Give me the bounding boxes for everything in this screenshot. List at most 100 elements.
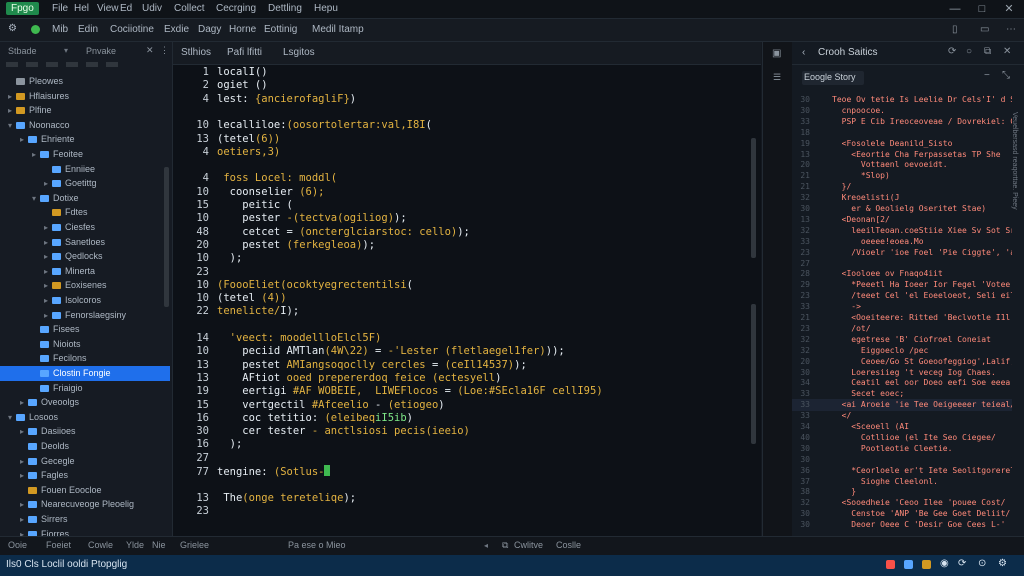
tree-item[interactable]: Pleowes: [0, 74, 170, 89]
code-line[interactable]: 16 coc tetitio: (eleibeqiI5ib): [173, 412, 413, 425]
collapse-icon[interactable]: ⤡: [1002, 70, 1010, 81]
panel-toggle-icon[interactable]: ▯: [952, 24, 958, 35]
tree-item[interactable]: Enniiee: [0, 162, 170, 177]
chevron-right-icon[interactable]: ▸: [44, 249, 52, 264]
chevron-right-icon[interactable]: ▸: [32, 147, 40, 162]
code-line[interactable]: 10 pester -(tectva(ogiliog));: [173, 212, 406, 225]
chevron-down-icon[interactable]: ▾: [32, 191, 40, 206]
refresh-icon[interactable]: ⟳: [948, 46, 956, 57]
code-line[interactable]: [173, 106, 217, 119]
panel-item[interactable]: Foeiet: [46, 540, 71, 550]
chevron-right-icon[interactable]: ▸: [44, 278, 52, 293]
settings-icon[interactable]: ⚙: [8, 23, 20, 35]
chevron-right-icon[interactable]: ▸: [20, 132, 28, 147]
toolbar-item[interactable]: Horne: [229, 24, 256, 35]
code-line[interactable]: 4 oetiers,3): [173, 146, 281, 159]
chevron-down-icon[interactable]: ▾: [64, 46, 68, 55]
tree-item[interactable]: Nioiots: [0, 337, 170, 352]
notification-icon[interactable]: ◉: [940, 558, 949, 569]
more-icon[interactable]: ⋯: [1006, 24, 1016, 35]
source-line[interactable]: 30 Deoer Oeee C 'Desir Goe Cees L-': [792, 519, 1012, 531]
back-icon[interactable]: ‹: [802, 47, 805, 58]
tree-item[interactable]: ▸ Ciesfes: [0, 220, 170, 235]
new-folder-icon[interactable]: [26, 62, 38, 67]
copy-icon[interactable]: ⧉: [502, 540, 508, 551]
menu-edit[interactable]: Ed: [120, 3, 132, 14]
editor-scrollbar[interactable]: [751, 138, 756, 258]
chevron-right-icon[interactable]: ▸: [44, 176, 52, 191]
tree-item[interactable]: ▸ Dasiioes: [0, 424, 170, 439]
info-icon[interactable]: [904, 560, 913, 569]
panel-item[interactable]: Cwlitve: [514, 540, 543, 550]
code-line[interactable]: 4 foss Locel: moddl(: [173, 172, 337, 185]
sort-icon[interactable]: [106, 62, 118, 67]
tree-item[interactable]: ▸ Fenorslaegsiny: [0, 308, 170, 323]
close-icon[interactable]: ✕: [146, 45, 154, 56]
editor-scrollbar[interactable]: [751, 304, 756, 444]
error-icon[interactable]: [886, 560, 895, 569]
code-line[interactable]: 48 cetcet = (oncterglciarstoc: cello));: [173, 226, 470, 239]
code-line[interactable]: 2 ogiet (): [173, 79, 268, 92]
code-line[interactable]: 23: [173, 266, 217, 279]
circle-icon[interactable]: ○: [966, 46, 972, 57]
filter-icon[interactable]: [86, 62, 98, 67]
tab-stlhios[interactable]: Stlhios: [181, 47, 211, 58]
tree-item[interactable]: Fisees: [0, 322, 170, 337]
menu-file[interactable]: File: [52, 3, 68, 14]
chevron-right-icon[interactable]: ▸: [44, 293, 52, 308]
code-line[interactable]: 13 The(onge tereteliqe);: [173, 492, 356, 505]
code-line[interactable]: 14 'veect: moodellloElcl5F): [173, 332, 381, 345]
bell-icon[interactable]: ⊙: [978, 558, 986, 569]
menu-cecrging[interactable]: Cecrging: [216, 3, 256, 14]
source-lines[interactable]: 30 Teoe Ov tetie Is Leelie Dr Cels'I' d S…: [792, 94, 1012, 534]
close-icon[interactable]: ✕: [1002, 2, 1016, 16]
code-line[interactable]: 10 peciid AMTlan(4W\22) = -'Lester (flet…: [173, 345, 564, 358]
tree-item[interactable]: ▸ Goetittg: [0, 176, 170, 191]
panel-item[interactable]: Cowle: [88, 540, 113, 550]
code-line[interactable]: 19 eertigi #AF WOBEIE, LIWEFlocos = (Loe…: [173, 385, 602, 398]
minimap-icon[interactable]: ▣: [772, 48, 781, 59]
run-status-icon[interactable]: [31, 25, 40, 34]
tree-item[interactable]: ▸ Isolcoros: [0, 293, 170, 308]
settings-icon[interactable]: ⚙: [998, 558, 1007, 569]
code-line[interactable]: 15 peitic (: [173, 199, 293, 212]
layout-icon[interactable]: ▭: [980, 24, 989, 35]
warning-icon[interactable]: [922, 560, 931, 569]
toolbar-item[interactable]: Medil Itamp: [312, 24, 364, 35]
toolbar-item[interactable]: Exdie: [164, 24, 189, 35]
code-line[interactable]: 30 cer tester - anctlsiosi pecis(ieeio): [173, 425, 470, 438]
toolbar-item[interactable]: Mib: [52, 24, 68, 35]
chevron-right-icon[interactable]: ▸: [44, 220, 52, 235]
menu-hepu[interactable]: Hepu: [314, 3, 338, 14]
code-line[interactable]: 23: [173, 505, 217, 518]
tree-item[interactable]: Fecilons: [0, 351, 170, 366]
code-line[interactable]: 10 (FoooEliet(ocoktyegrectentilsi(: [173, 279, 413, 292]
new-file-icon[interactable]: [6, 62, 18, 67]
tree-item[interactable]: ▾ Noonacco: [0, 118, 170, 133]
tree-item[interactable]: Clostin Fongie: [0, 366, 170, 381]
menu-help[interactable]: Hel: [74, 3, 89, 14]
toolbar-item[interactable]: Eottinig: [264, 24, 297, 35]
chevron-down-icon[interactable]: ▾: [8, 118, 16, 133]
copy-icon[interactable]: ⧉: [984, 46, 991, 57]
toolbar-item[interactable]: Edin: [78, 24, 98, 35]
tree-item[interactable]: Fouen Eoocloe: [0, 483, 170, 498]
more-icon[interactable]: ⋮: [160, 45, 169, 56]
app-badge[interactable]: Fpgo: [6, 2, 39, 15]
code-line[interactable]: [173, 478, 217, 491]
chevron-right-icon[interactable]: ▸: [20, 454, 28, 469]
panel-item[interactable]: Coslle: [556, 540, 581, 550]
outline-icon[interactable]: ☰: [773, 72, 781, 83]
code-line[interactable]: 10 lecalliloe:(oosortolertar:val,I8I(: [173, 119, 432, 132]
sync-icon[interactable]: ⟳: [958, 558, 966, 569]
minus-icon[interactable]: −: [984, 70, 990, 81]
chevron-right-icon[interactable]: ▸: [44, 264, 52, 279]
chevron-right-icon[interactable]: ▸: [8, 89, 16, 104]
code-line[interactable]: 22 tenelicte/I);: [173, 305, 299, 318]
chevron-right-icon[interactable]: ▸: [44, 308, 52, 323]
sidebar-scrollbar[interactable]: [164, 167, 169, 307]
code-line[interactable]: 4 lest: {ancierofagliF}): [173, 93, 356, 106]
code-line[interactable]: 15 vertgectil #Afceelio - (etiogeo): [173, 399, 444, 412]
chevron-right-icon[interactable]: ▸: [20, 512, 28, 527]
panel-item[interactable]: Nie: [152, 540, 166, 550]
